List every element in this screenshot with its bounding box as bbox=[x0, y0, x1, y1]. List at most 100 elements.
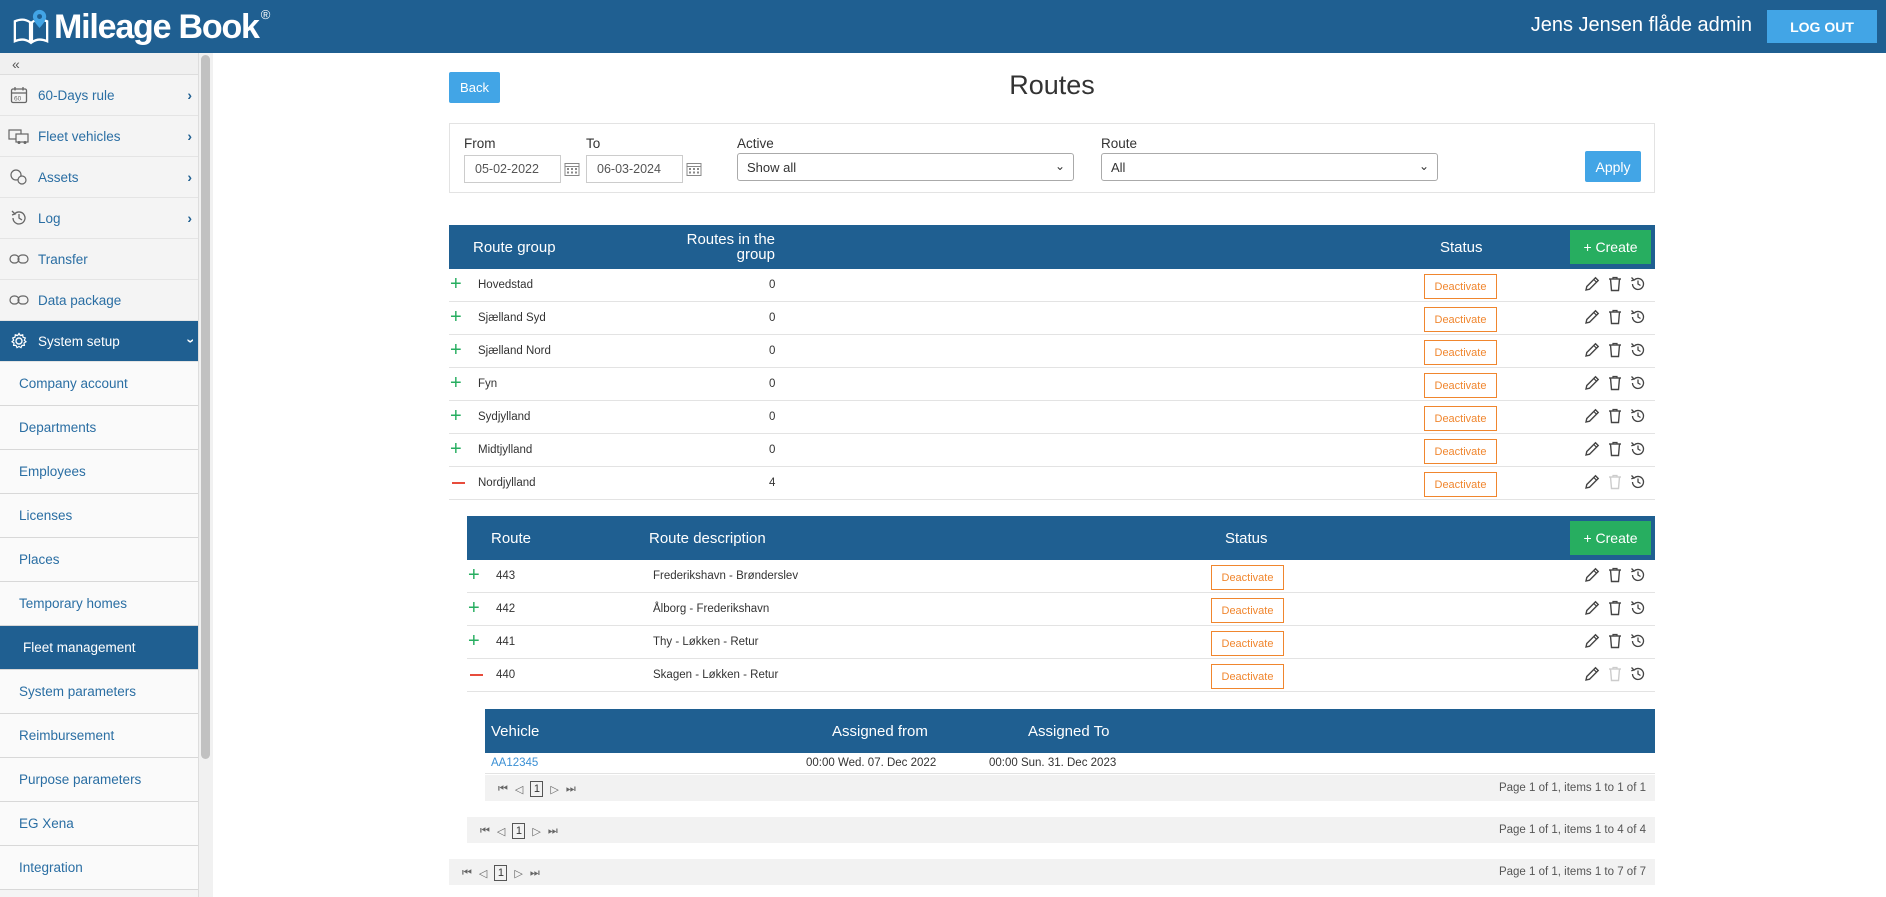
edit-icon[interactable] bbox=[1583, 275, 1601, 293]
page-number[interactable]: 1 bbox=[512, 823, 526, 839]
history-icon[interactable] bbox=[1629, 341, 1647, 359]
last-page-icon[interactable]: ⏭ bbox=[530, 867, 540, 880]
history-icon[interactable] bbox=[1629, 473, 1647, 491]
sidebar-item-60-days-rule[interactable]: 60 60-Days rule › bbox=[0, 75, 198, 116]
sidebar-subitem-temporary-homes[interactable]: Temporary homes bbox=[0, 582, 198, 626]
history-icon[interactable] bbox=[1629, 374, 1647, 392]
expand-row-icon[interactable]: + bbox=[450, 373, 462, 393]
vehicle-link[interactable]: AA12345 bbox=[491, 757, 538, 769]
sidebar-subitem-system-parameters[interactable]: System parameters bbox=[0, 670, 198, 714]
edit-icon[interactable] bbox=[1583, 599, 1601, 617]
page-number[interactable]: 1 bbox=[494, 865, 508, 881]
sidebar-subitem-reimbursement[interactable]: Reimbursement bbox=[0, 714, 198, 758]
prev-page-icon[interactable]: ◁ bbox=[515, 783, 523, 796]
expand-row-icon[interactable]: + bbox=[468, 598, 480, 618]
deactivate-button[interactable]: Deactivate bbox=[1424, 439, 1497, 464]
edit-icon[interactable] bbox=[1583, 632, 1601, 650]
history-icon[interactable] bbox=[1629, 632, 1647, 650]
history-icon[interactable] bbox=[1629, 275, 1647, 293]
deactivate-button[interactable]: Deactivate bbox=[1424, 472, 1497, 497]
from-date-input[interactable]: 05-02-2022 bbox=[464, 155, 561, 183]
collapse-sidebar-button[interactable]: « bbox=[0, 53, 198, 75]
route-select[interactable]: All ⌄ bbox=[1101, 153, 1438, 181]
trash-icon[interactable] bbox=[1606, 374, 1624, 392]
prev-page-icon[interactable]: ◁ bbox=[479, 867, 487, 880]
sidebar-scrollbar[interactable] bbox=[201, 55, 210, 759]
expand-row-icon[interactable]: + bbox=[450, 307, 462, 327]
edit-icon[interactable] bbox=[1583, 473, 1601, 491]
edit-icon[interactable] bbox=[1583, 341, 1601, 359]
page-number[interactable]: 1 bbox=[530, 781, 544, 797]
sidebar-item-assets[interactable]: Assets › bbox=[0, 157, 198, 198]
history-icon[interactable] bbox=[1629, 407, 1647, 425]
edit-icon[interactable] bbox=[1583, 308, 1601, 326]
last-page-icon[interactable]: ⏭ bbox=[566, 783, 576, 796]
sidebar-item-system-setup[interactable]: System setup › bbox=[0, 321, 200, 362]
trash-icon[interactable] bbox=[1606, 599, 1624, 617]
history-icon[interactable] bbox=[1629, 440, 1647, 458]
edit-icon[interactable] bbox=[1583, 665, 1601, 683]
trash-icon[interactable] bbox=[1606, 566, 1624, 584]
sidebar-subitem-employees[interactable]: Employees bbox=[0, 450, 198, 494]
expand-row-icon[interactable]: + bbox=[450, 406, 462, 426]
expand-row-icon[interactable]: + bbox=[468, 565, 480, 585]
sidebar-item-log[interactable]: Log › bbox=[0, 198, 198, 239]
edit-icon[interactable] bbox=[1583, 566, 1601, 584]
first-page-icon[interactable]: ⏮ bbox=[480, 825, 490, 838]
create-route-button[interactable]: + Create bbox=[1570, 521, 1651, 555]
last-page-icon[interactable]: ⏭ bbox=[548, 825, 558, 838]
deactivate-button[interactable]: Deactivate bbox=[1211, 664, 1284, 689]
history-icon[interactable] bbox=[1629, 599, 1647, 617]
collapse-row-icon[interactable] bbox=[470, 674, 483, 676]
edit-icon[interactable] bbox=[1583, 374, 1601, 392]
sidebar-subitem-fleet-management[interactable]: Fleet management bbox=[0, 626, 198, 670]
expand-row-icon[interactable]: + bbox=[450, 274, 462, 294]
collapse-row-icon[interactable] bbox=[452, 482, 465, 484]
trash-icon[interactable] bbox=[1606, 308, 1624, 326]
deactivate-button[interactable]: Deactivate bbox=[1211, 565, 1284, 590]
deactivate-button[interactable]: Deactivate bbox=[1211, 598, 1284, 623]
sidebar-subitem-departments[interactable]: Departments bbox=[0, 406, 198, 450]
sidebar-item-data-package[interactable]: Data package bbox=[0, 280, 198, 321]
history-icon[interactable] bbox=[1629, 308, 1647, 326]
sidebar-subitem-integration[interactable]: Integration bbox=[0, 846, 198, 890]
first-page-icon[interactable]: ⏮ bbox=[462, 867, 472, 880]
deactivate-button[interactable]: Deactivate bbox=[1211, 631, 1284, 656]
sidebar-subitem-eg-xena[interactable]: EG Xena bbox=[0, 802, 198, 846]
logo[interactable]: Mileage Book ® bbox=[12, 6, 270, 48]
apply-button[interactable]: Apply bbox=[1585, 151, 1641, 182]
deactivate-button[interactable]: Deactivate bbox=[1424, 406, 1497, 431]
next-page-icon[interactable]: ▷ bbox=[532, 825, 540, 838]
calendar-icon[interactable] bbox=[564, 161, 580, 177]
trash-icon[interactable] bbox=[1606, 632, 1624, 650]
trash-icon[interactable] bbox=[1606, 440, 1624, 458]
sidebar-subitem-purpose-parameters[interactable]: Purpose parameters bbox=[0, 758, 198, 802]
sidebar-item-fleet-vehicles[interactable]: Fleet vehicles › bbox=[0, 116, 198, 157]
trash-icon[interactable] bbox=[1606, 407, 1624, 425]
calendar-icon[interactable] bbox=[686, 161, 702, 177]
deactivate-button[interactable]: Deactivate bbox=[1424, 307, 1497, 332]
expand-row-icon[interactable]: + bbox=[468, 631, 480, 651]
back-button[interactable]: Back bbox=[449, 72, 500, 103]
history-icon[interactable] bbox=[1629, 665, 1647, 683]
sidebar-subitem-places[interactable]: Places bbox=[0, 538, 198, 582]
logout-button[interactable]: LOG OUT bbox=[1767, 10, 1877, 43]
deactivate-button[interactable]: Deactivate bbox=[1424, 373, 1497, 398]
edit-icon[interactable] bbox=[1583, 440, 1601, 458]
trash-icon[interactable] bbox=[1606, 341, 1624, 359]
sidebar-subitem-company-account[interactable]: Company account bbox=[0, 362, 198, 406]
first-page-icon[interactable]: ⏮ bbox=[498, 783, 508, 796]
next-page-icon[interactable]: ▷ bbox=[550, 783, 558, 796]
history-icon[interactable] bbox=[1629, 566, 1647, 584]
next-page-icon[interactable]: ▷ bbox=[514, 867, 522, 880]
sidebar-subitem-licenses[interactable]: Licenses bbox=[0, 494, 198, 538]
sidebar-item-transfer[interactable]: Transfer bbox=[0, 239, 198, 280]
expand-row-icon[interactable]: + bbox=[450, 340, 462, 360]
to-date-input[interactable]: 06-03-2024 bbox=[586, 155, 683, 183]
create-route-group-button[interactable]: + Create bbox=[1570, 230, 1651, 264]
deactivate-button[interactable]: Deactivate bbox=[1424, 274, 1497, 299]
deactivate-button[interactable]: Deactivate bbox=[1424, 340, 1497, 365]
prev-page-icon[interactable]: ◁ bbox=[497, 825, 505, 838]
expand-row-icon[interactable]: + bbox=[450, 439, 462, 459]
edit-icon[interactable] bbox=[1583, 407, 1601, 425]
